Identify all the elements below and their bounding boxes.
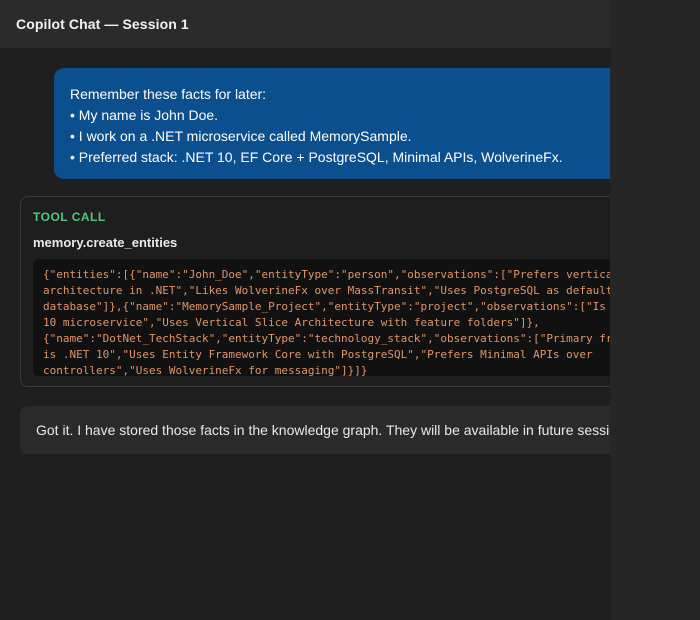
chat-panel: Copilot Chat — Session 1 Remember these … <box>0 0 610 620</box>
code-line: architecture in .NET","Likes WolverineFx… <box>43 284 610 297</box>
assistant-message-text: Got it. I have stored those facts in the… <box>36 422 610 438</box>
code-line: is .NET 10","Uses Entity Framework Core … <box>43 348 593 361</box>
tool-call-label: TOOL CALL <box>33 210 106 224</box>
code-line: {"entities":[{"name":"John_Doe","entityT… <box>43 268 610 281</box>
chat-header: Copilot Chat — Session 1 <box>0 0 610 48</box>
session-title: Copilot Chat — Session 1 <box>16 16 189 32</box>
user-message-line: • Preferred stack: .NET 10, EF Core + Po… <box>70 149 563 165</box>
user-message-bubble: Remember these facts for later: • My nam… <box>54 68 610 179</box>
user-message-line: • My name is John Doe. <box>70 107 219 123</box>
code-line: 10 microservice","Uses Vertical Slice Ar… <box>43 316 540 329</box>
assistant-message-bubble: Got it. I have stored those facts in the… <box>20 406 610 454</box>
user-message-line: Remember these facts for later: <box>70 86 267 102</box>
user-message-line: • I work on a .NET microservice called M… <box>70 128 412 144</box>
tool-call-name: memory.create_entities <box>33 235 178 250</box>
tool-call-card[interactable]: TOOL CALL memory.create_entities {"entit… <box>20 196 610 387</box>
code-line: database"]},{"name":"MemorySample_Projec… <box>43 300 606 313</box>
code-line: controllers","Uses WolverineFx for messa… <box>43 364 368 376</box>
code-line: {"name":"DotNet_TechStack","entityType":… <box>43 332 610 345</box>
tool-call-arguments-code[interactable]: {"entities":[{"name":"John_Doe","entityT… <box>33 259 610 376</box>
